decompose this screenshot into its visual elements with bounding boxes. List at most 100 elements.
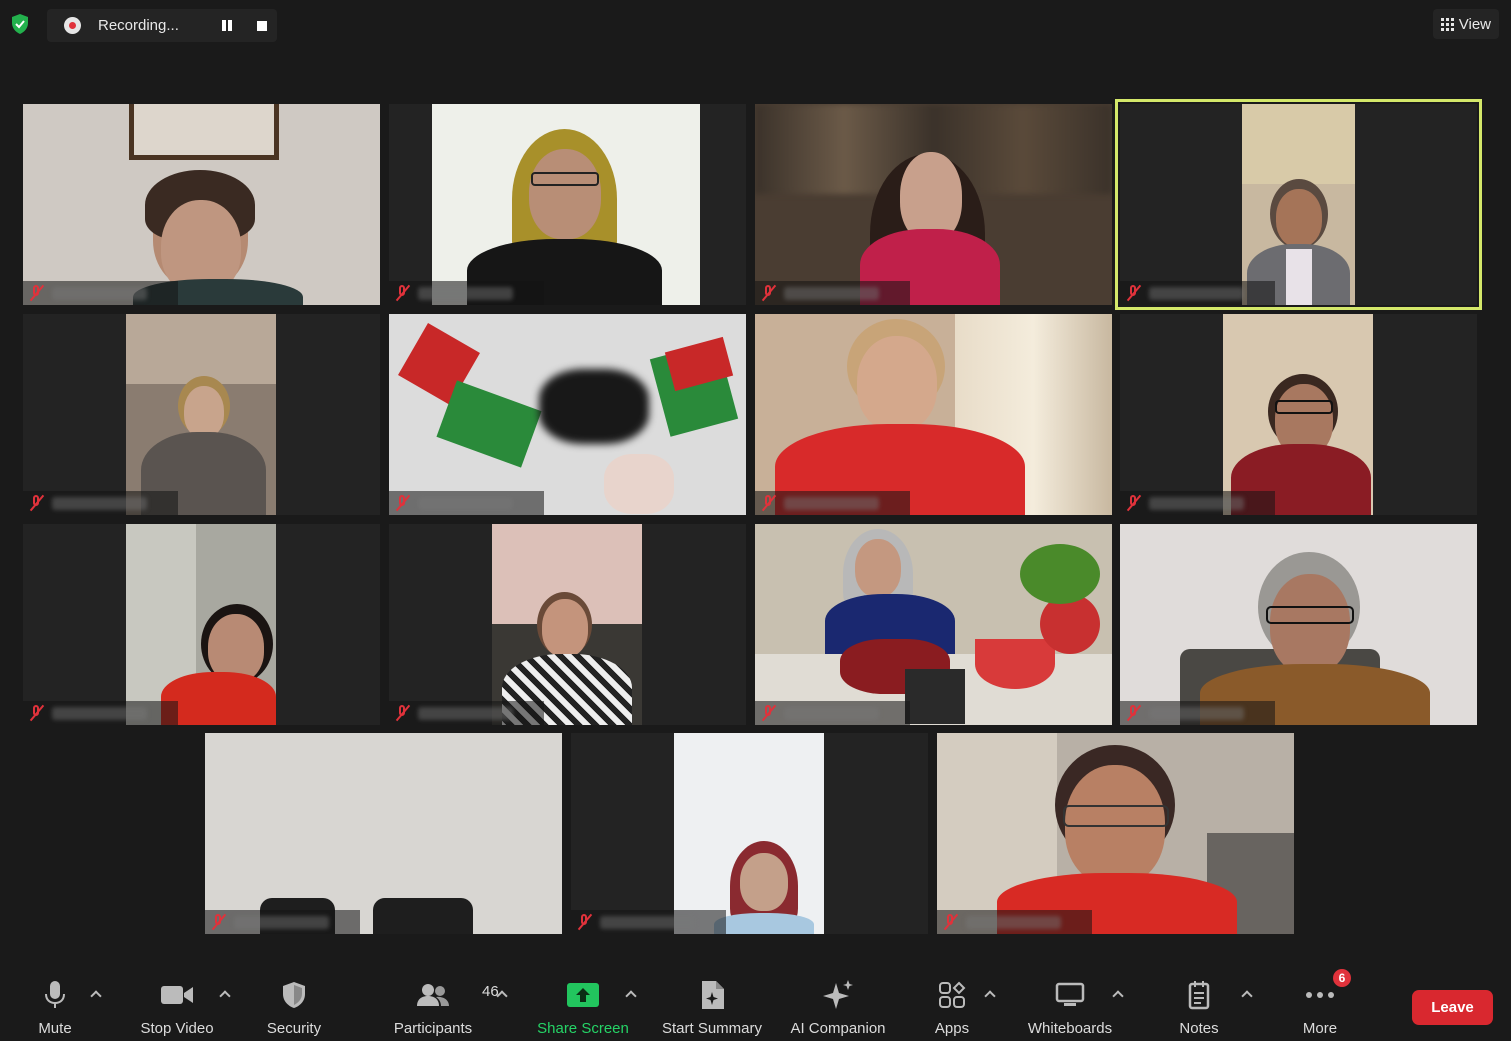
whiteboards-button[interactable]: Whiteboards bbox=[1022, 979, 1118, 1037]
participant-video bbox=[937, 733, 1294, 934]
grid-view-icon bbox=[1440, 17, 1454, 31]
notes-button[interactable]: Notes bbox=[1176, 979, 1222, 1037]
ai-companion-button[interactable]: AI Companion bbox=[786, 979, 890, 1037]
participant-nameplate bbox=[755, 281, 910, 305]
muted-mic-icon bbox=[1125, 704, 1143, 722]
view-label: View bbox=[1458, 15, 1491, 33]
participant-nameplate bbox=[23, 491, 178, 515]
whiteboards-options-caret[interactable] bbox=[1112, 988, 1124, 1000]
participant-nameplate bbox=[389, 701, 544, 725]
participant-video-tile[interactable] bbox=[571, 733, 928, 934]
ai-sparkle-icon bbox=[821, 979, 855, 1011]
muted-mic-icon bbox=[760, 494, 778, 512]
participant-video bbox=[755, 524, 1112, 725]
mute-label: Mute bbox=[38, 1020, 72, 1037]
share-screen-button[interactable]: Share Screen bbox=[536, 979, 630, 1037]
participant-video-tile[interactable] bbox=[205, 733, 562, 934]
muted-mic-icon bbox=[760, 704, 778, 722]
participants-options-caret[interactable] bbox=[496, 988, 508, 1000]
mute-button[interactable]: Mute bbox=[33, 979, 77, 1037]
participant-nameplate bbox=[389, 281, 544, 305]
participant-video bbox=[126, 314, 276, 515]
meeting-toolbar: Mute Stop Video Security 46 Participants… bbox=[0, 965, 1511, 1041]
more-notification-badge: 6 bbox=[1333, 969, 1351, 987]
participant-video-tile-active-speaker[interactable] bbox=[1115, 99, 1482, 310]
security-button[interactable]: Security bbox=[264, 979, 324, 1037]
participant-nameplate bbox=[937, 910, 1092, 934]
participants-label: Participants bbox=[393, 1020, 473, 1037]
participant-video bbox=[755, 104, 1112, 305]
apps-button[interactable]: Apps bbox=[932, 979, 972, 1037]
participant-video bbox=[755, 314, 1112, 515]
apps-label: Apps bbox=[934, 1020, 970, 1037]
participant-nameplate bbox=[755, 701, 910, 725]
share-options-caret[interactable] bbox=[625, 988, 637, 1000]
whiteboards-label: Whiteboards bbox=[1027, 1020, 1113, 1037]
participant-nameplate bbox=[23, 701, 178, 725]
participant-video bbox=[389, 314, 746, 515]
participant-video-tile[interactable] bbox=[1120, 314, 1477, 515]
participant-video-tile[interactable] bbox=[389, 524, 746, 725]
participant-video bbox=[1120, 524, 1477, 725]
participant-nameplate bbox=[389, 491, 544, 515]
participant-nameplate bbox=[571, 910, 726, 934]
whiteboard-icon bbox=[1055, 979, 1085, 1011]
ai-companion-label: AI Companion bbox=[790, 1020, 886, 1037]
muted-mic-icon bbox=[394, 704, 412, 722]
share-screen-label: Share Screen bbox=[537, 1020, 629, 1037]
notes-label: Notes bbox=[1179, 1020, 1219, 1037]
leave-meeting-button[interactable]: Leave bbox=[1412, 990, 1493, 1025]
encryption-shield-icon[interactable] bbox=[8, 12, 32, 36]
view-button[interactable]: View bbox=[1432, 9, 1499, 39]
participant-video-tile[interactable] bbox=[755, 314, 1112, 515]
participant-video-tile[interactable] bbox=[755, 104, 1112, 305]
participant-video bbox=[1223, 314, 1373, 515]
microphone-icon bbox=[44, 979, 66, 1011]
recording-label: Recording... bbox=[98, 17, 179, 34]
more-dots-icon: 6 bbox=[1305, 969, 1351, 1011]
participant-video bbox=[1242, 104, 1355, 305]
share-screen-icon bbox=[566, 979, 600, 1011]
participants-button[interactable]: 46 Participants bbox=[389, 979, 499, 1037]
stop-video-label: Stop Video bbox=[140, 1020, 214, 1037]
apps-options-caret[interactable] bbox=[984, 988, 996, 1000]
participant-video bbox=[492, 524, 642, 725]
notes-icon bbox=[1187, 979, 1211, 1011]
participant-video-tile[interactable] bbox=[23, 104, 380, 305]
video-camera-icon bbox=[160, 979, 194, 1011]
audio-options-caret[interactable] bbox=[90, 988, 102, 1000]
notes-options-caret[interactable] bbox=[1241, 988, 1253, 1000]
participant-nameplate bbox=[1120, 701, 1275, 725]
participant-video bbox=[205, 733, 562, 934]
participant-video-tile[interactable] bbox=[23, 524, 380, 725]
participant-video bbox=[23, 104, 380, 305]
muted-mic-icon bbox=[576, 913, 594, 931]
recording-indicator: Recording... bbox=[47, 9, 277, 42]
muted-mic-icon bbox=[760, 284, 778, 302]
muted-mic-icon bbox=[28, 494, 46, 512]
participant-video-tile[interactable] bbox=[23, 314, 380, 515]
pause-recording-button[interactable] bbox=[219, 18, 235, 34]
participant-video bbox=[432, 104, 700, 305]
participant-video-tile[interactable] bbox=[389, 104, 746, 305]
participant-video-tile[interactable] bbox=[1120, 524, 1477, 725]
muted-mic-icon bbox=[394, 494, 412, 512]
participant-nameplate bbox=[23, 281, 178, 305]
participant-video bbox=[126, 524, 276, 725]
start-summary-button[interactable]: Start Summary bbox=[657, 979, 767, 1037]
participant-nameplate bbox=[755, 491, 910, 515]
participants-icon: 46 bbox=[416, 979, 499, 1011]
participant-nameplate bbox=[205, 910, 360, 934]
participant-video-tile[interactable] bbox=[755, 524, 1112, 725]
muted-mic-icon bbox=[394, 284, 412, 302]
participant-screen-share-tile[interactable] bbox=[389, 314, 746, 515]
start-summary-label: Start Summary bbox=[661, 1020, 763, 1037]
participant-nameplate bbox=[1120, 281, 1275, 305]
video-options-caret[interactable] bbox=[219, 988, 231, 1000]
summary-document-icon bbox=[698, 979, 726, 1011]
stop-recording-button[interactable] bbox=[254, 18, 270, 34]
participant-video-tile[interactable] bbox=[937, 733, 1294, 934]
stop-video-button[interactable]: Stop Video bbox=[137, 979, 217, 1037]
muted-mic-icon bbox=[210, 913, 228, 931]
more-button[interactable]: 6 More bbox=[1298, 969, 1351, 1037]
